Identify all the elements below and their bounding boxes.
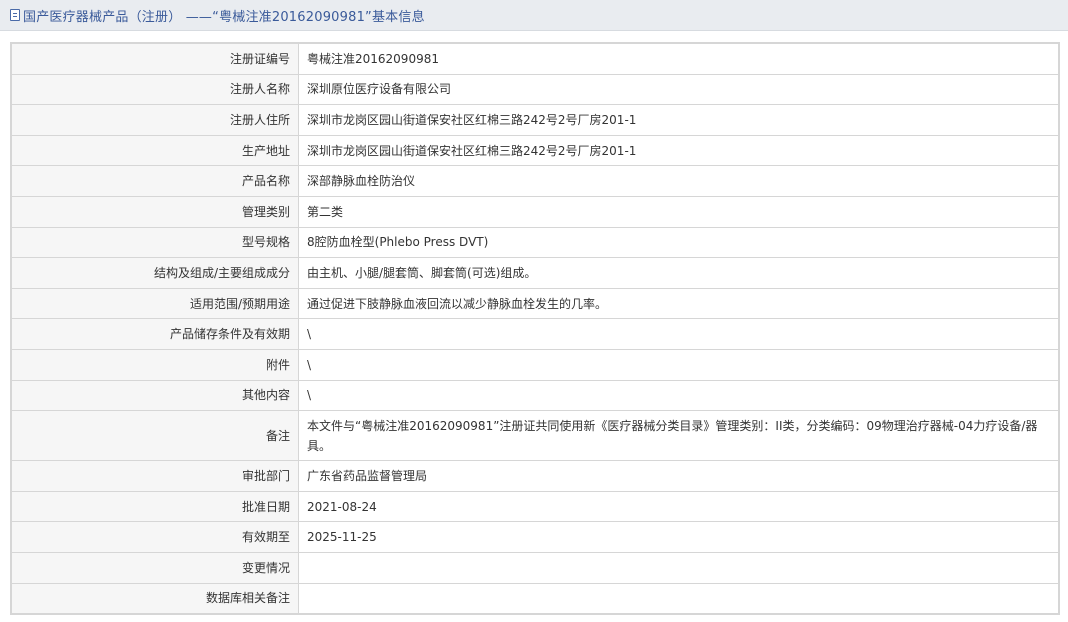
field-value-approval-department: 广东省药品监督管理局 [298,460,1059,492]
field-value-model-spec: 8腔防血栓型(Phlebo Press DVT) [298,226,1059,259]
field-label-change-status: 变更情况 [11,551,299,584]
table-row: 其他内容 \ [11,379,1059,412]
field-label-remarks: 备注 [11,410,299,462]
table-row: 批准日期 2021-08-24 [11,490,1059,523]
field-value-registrant-name: 深圳原位医疗设备有限公司 [298,73,1059,106]
table-row: 生产地址 深圳市龙岗区园山街道保安社区红棉三路242号2号厂房201-1 [11,134,1059,167]
table-row: 结构及组成/主要组成成分 由主机、小腿/腿套筒、脚套筒(可选)组成。 [11,257,1059,289]
field-value-change-status [298,551,1059,584]
field-label-structure: 结构及组成/主要组成成分 [11,257,299,289]
field-label-database-remarks: 数据库相关备注 [11,582,299,615]
field-label-model-spec: 型号规格 [11,226,299,259]
field-value-structure: 由主机、小腿/腿套筒、脚套筒(可选)组成。 [298,257,1059,289]
field-value-registration-number: 粤械注准20162090981 [298,43,1059,75]
field-value-remarks: 本文件与“粤械注准20162090981”注册证共同使用新《医疗器械分类目录》管… [298,410,1059,462]
table-row: 型号规格 8腔防血栓型(Phlebo Press DVT) [11,226,1059,259]
table-row: 产品储存条件及有效期 \ [11,318,1059,350]
field-label-attachment: 附件 [11,348,299,381]
field-label-approval-date: 批准日期 [11,490,299,523]
table-row: 注册证编号 粤械注准20162090981 [11,43,1059,75]
field-value-valid-until: 2025-11-25 [298,521,1059,553]
field-label-registration-number: 注册证编号 [11,43,299,75]
table-row: 数据库相关备注 [11,582,1059,615]
table-row: 管理类别 第二类 [11,195,1059,228]
table-row: 有效期至 2025-11-25 [11,521,1059,553]
page-title: 国产医疗器械产品（注册） ——“粤械注准20162090981”基本信息 [23,9,425,25]
table-row: 产品名称 深部静脉血栓防治仪 [11,165,1059,197]
field-value-storage-validity: \ [298,318,1059,350]
table-row: 附件 \ [11,348,1059,381]
table-row: 备注 本文件与“粤械注准20162090981”注册证共同使用新《医疗器械分类目… [11,410,1059,462]
table-row: 审批部门 广东省药品监督管理局 [11,460,1059,492]
field-label-registrant-name: 注册人名称 [11,73,299,106]
table-row: 注册人名称 深圳原位医疗设备有限公司 [11,73,1059,106]
field-label-other-content: 其他内容 [11,379,299,412]
field-label-intended-use: 适用范围/预期用途 [11,287,299,320]
field-value-database-remarks [298,582,1059,615]
table-row: 适用范围/预期用途 通过促进下肢静脉血液回流以减少静脉血栓发生的几率。 [11,287,1059,320]
field-value-intended-use: 通过促进下肢静脉血液回流以减少静脉血栓发生的几率。 [298,287,1059,320]
field-value-product-name: 深部静脉血栓防治仪 [298,165,1059,197]
field-value-registrant-address: 深圳市龙岗区园山街道保安社区红棉三路242号2号厂房201-1 [298,104,1059,136]
field-value-other-content: \ [298,379,1059,412]
page-header: 国产医疗器械产品（注册） ——“粤械注准20162090981”基本信息 [0,0,1068,31]
field-label-production-address: 生产地址 [11,134,299,167]
field-label-approval-department: 审批部门 [11,460,299,492]
field-value-approval-date: 2021-08-24 [298,490,1059,523]
field-label-product-name: 产品名称 [11,165,299,197]
document-icon [10,9,20,21]
table-row: 注册人住所 深圳市龙岗区园山街道保安社区红棉三路242号2号厂房201-1 [11,104,1059,136]
field-label-valid-until: 有效期至 [11,521,299,553]
table-row: 变更情况 [11,551,1059,584]
field-value-attachment: \ [298,348,1059,381]
field-label-management-category: 管理类别 [11,195,299,228]
field-label-registrant-address: 注册人住所 [11,104,299,136]
field-value-production-address: 深圳市龙岗区园山街道保安社区红棉三路242号2号厂房201-1 [298,134,1059,167]
info-table: 注册证编号 粤械注准20162090981 注册人名称 深圳原位医疗设备有限公司… [10,42,1060,616]
field-value-management-category: 第二类 [298,195,1059,228]
field-label-storage-validity: 产品储存条件及有效期 [11,318,299,350]
